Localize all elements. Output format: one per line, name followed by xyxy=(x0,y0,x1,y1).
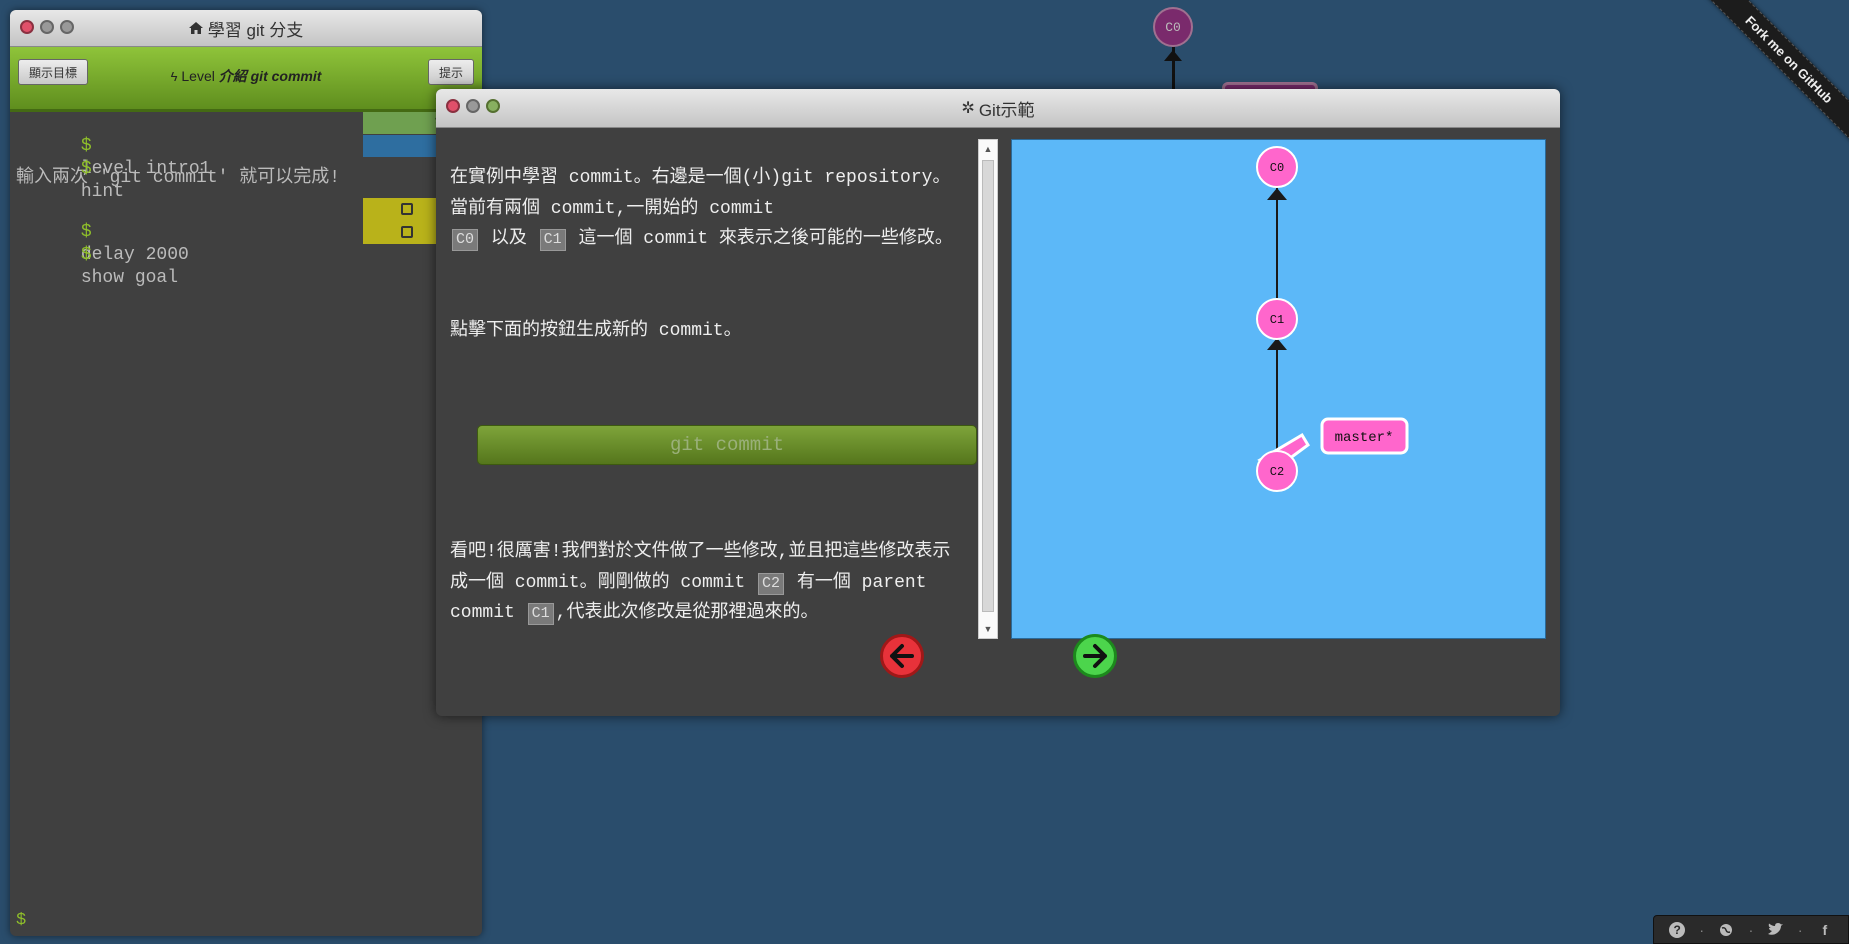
git-demo-dialog: ✲ Git示範 在實例中學習 commit。右邊是一個(小)git reposi… xyxy=(436,89,1560,716)
commit-tag: C2 xyxy=(758,572,785,595)
explanation-paragraph: 點擊下面的按鈕生成新的 commit。 xyxy=(450,321,742,341)
scroll-thumb[interactable] xyxy=(982,160,994,612)
level-name: 介紹 git commit xyxy=(218,68,322,84)
minimize-button[interactable] xyxy=(466,99,480,113)
terminal-output: $ level intro1 ↻ $ hint 輸入兩次 'git commit… xyxy=(10,112,482,288)
commit-tag: C1 xyxy=(539,229,566,251)
command-text: delay 2000 xyxy=(80,245,189,265)
prompt-symbol: $ xyxy=(80,245,92,265)
commit-node-c1: C1 xyxy=(1256,298,1298,340)
scroll-up-arrow-icon[interactable]: ▲ xyxy=(979,142,997,156)
commit-node-c0: C0 xyxy=(1256,146,1298,188)
arrow-left-icon xyxy=(890,644,914,668)
home-icon xyxy=(188,22,203,34)
dialog-titlebar[interactable]: ✲ Git示範 xyxy=(436,89,1560,128)
command-window: 學習 git 分支 顯示目標 ϟ Level 介紹 git commit 提示 … xyxy=(10,10,482,936)
dialog-body: 在實例中學習 commit。右邊是一個(小)git repository。當前有… xyxy=(436,127,1560,716)
text-segment: 以及 xyxy=(490,229,527,249)
next-button[interactable] xyxy=(1073,634,1117,678)
bolt-icon: ϟ xyxy=(170,69,178,84)
scroll-down-arrow-icon[interactable]: ▼ xyxy=(979,622,997,636)
prompt-symbol: $ xyxy=(80,159,92,179)
git-visualization: master* C0 C1 C2 xyxy=(1011,139,1546,639)
maximize-button[interactable] xyxy=(486,99,500,113)
explanation-panel: 在實例中學習 commit。右邊是一個(小)git repository。當前有… xyxy=(450,139,977,639)
pending-checkbox xyxy=(401,203,413,215)
commit-label: C1 xyxy=(1270,313,1284,327)
minimize-button[interactable] xyxy=(40,20,54,34)
twitter-icon[interactable] xyxy=(1767,922,1784,938)
background-edge xyxy=(1172,47,1175,92)
close-button[interactable] xyxy=(20,20,34,34)
terminal-line: $ show goal xyxy=(16,221,482,288)
level-prefix: Level xyxy=(181,68,215,84)
command-window-title: 學習 git 分支 xyxy=(207,20,304,40)
hint-button[interactable]: 提示 xyxy=(427,59,474,85)
git-commit-button[interactable]: git commit xyxy=(477,425,977,465)
terminal-line: $ delay 2000 xyxy=(16,198,482,265)
gear-icon: ✲ xyxy=(961,100,975,117)
commit-tag: C0 xyxy=(452,229,479,251)
level-toolbar: 顯示目標 ϟ Level 介紹 git commit 提示 xyxy=(10,47,482,112)
commit-label: C0 xyxy=(1270,161,1284,175)
separator: · xyxy=(1797,921,1803,938)
maximize-button[interactable] xyxy=(60,20,74,34)
globe-icon[interactable] xyxy=(1718,922,1734,938)
facebook-icon[interactable]: f xyxy=(1817,922,1833,938)
text-segment: 這一個 commit 來表示之後可能的一些修改。 xyxy=(578,229,953,249)
commit-graph: master* C0 C1 C2 xyxy=(1256,146,1409,492)
terminal-line: $ hint xyxy=(16,135,482,202)
level-title: ϟ Level 介紹 git commit xyxy=(171,66,322,86)
background-commit-node: C0 xyxy=(1153,7,1193,47)
previous-button[interactable] xyxy=(880,634,924,678)
command-text: show goal xyxy=(80,268,179,288)
dialog-title: Git示範 xyxy=(978,100,1035,120)
explanation-paragraph: 看吧!很厲害!我們對於文件做了一些修改,並且把這些修改表示成一個 commit。… xyxy=(450,537,958,629)
github-ribbon-label[interactable]: Fork me on GitHub xyxy=(1701,0,1849,147)
terminal-line: $ level intro1 ↻ xyxy=(16,112,482,179)
pending-checkbox xyxy=(401,226,413,238)
close-button[interactable] xyxy=(446,99,460,113)
show-goal-button[interactable]: 顯示目標 xyxy=(18,59,89,85)
window-controls xyxy=(20,20,74,34)
text-segment: 在實例中學習 commit。右邊是一個(小)git repository。當前有… xyxy=(450,168,951,219)
separator: · xyxy=(1699,921,1705,938)
command-text: level intro1 xyxy=(80,159,211,179)
window-controls xyxy=(446,99,500,113)
social-toolbar: ? · · · f xyxy=(1653,915,1849,944)
separator: · xyxy=(1748,921,1754,938)
command-input-prompt[interactable]: $ xyxy=(16,911,26,930)
github-ribbon[interactable]: Fork me on GitHub xyxy=(1700,0,1849,149)
help-icon[interactable]: ? xyxy=(1669,921,1686,938)
text-segment: ,代表此次修改是從那裡過來的。 xyxy=(555,603,819,623)
commit-label: C2 xyxy=(1270,465,1284,479)
branch-label: master* xyxy=(1335,430,1394,446)
command-window-titlebar[interactable]: 學習 git 分支 xyxy=(10,10,482,47)
arrow-right-icon xyxy=(1083,644,1107,668)
explanation-scrollbar[interactable]: ▲ ▼ xyxy=(978,139,998,639)
edge-arrow xyxy=(1267,188,1287,200)
explanation-paragraph: 在實例中學習 commit。右邊是一個(小)git repository。當前有… xyxy=(450,163,958,255)
commit-tag: C1 xyxy=(527,603,554,625)
commit-node-c2: C2 xyxy=(1256,450,1298,492)
